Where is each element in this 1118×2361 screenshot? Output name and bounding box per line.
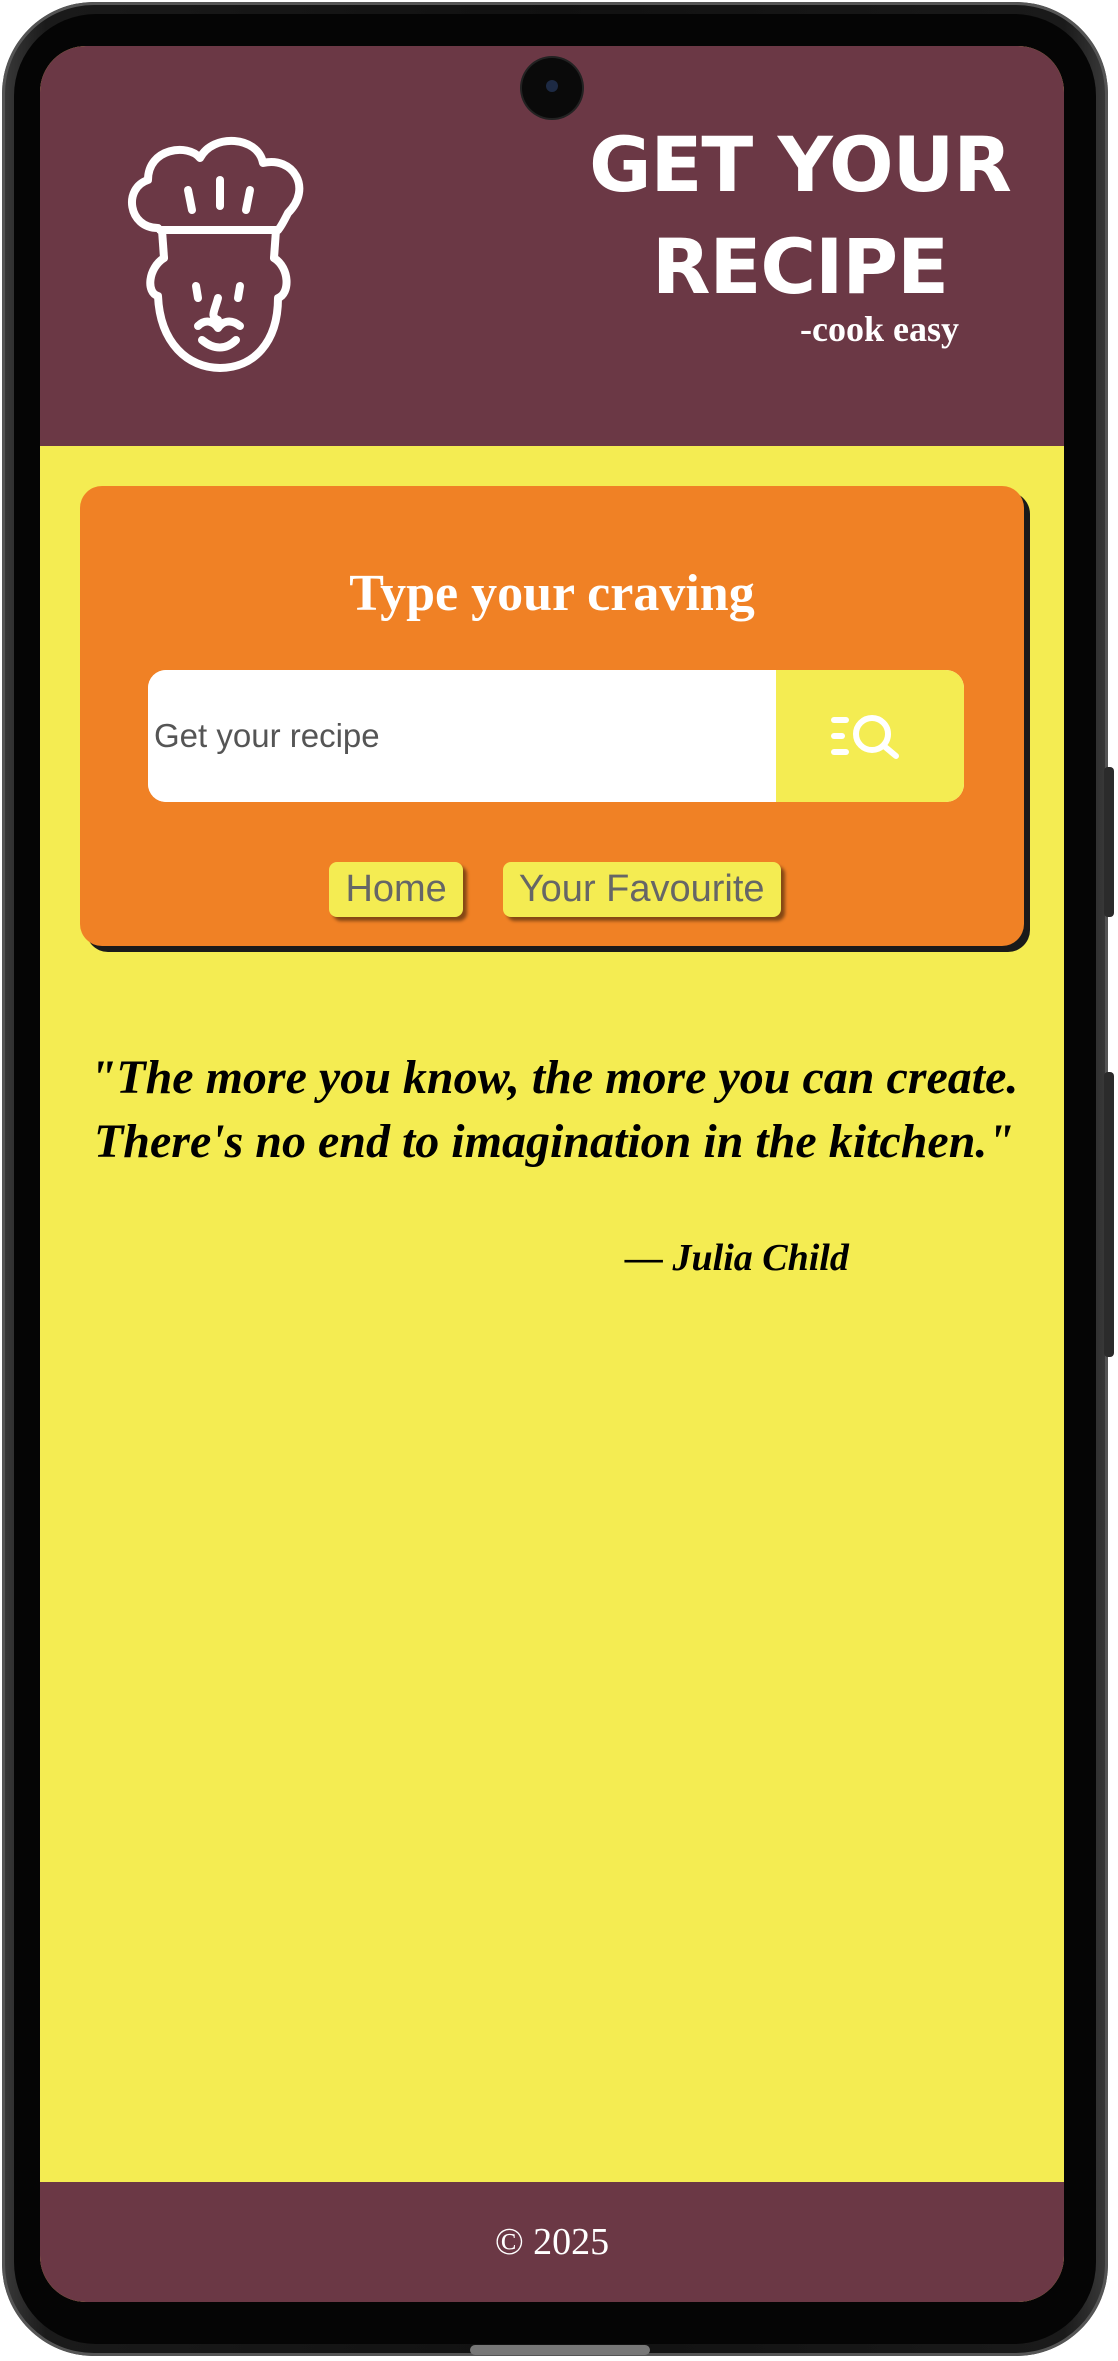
search-heading: Type your craving	[349, 565, 755, 622]
chef-logo-icon	[128, 136, 304, 372]
nav-buttons: Home Your Favourite	[80, 862, 1024, 917]
favourite-button[interactable]: Your Favourite	[502, 862, 781, 917]
home-button[interactable]: Home	[329, 862, 463, 917]
site-tagline: -cook easy	[800, 309, 959, 349]
search-input[interactable]	[148, 670, 776, 802]
volume-button	[1104, 1072, 1114, 1357]
power-button	[1104, 767, 1114, 917]
search-button[interactable]	[776, 670, 964, 802]
front-camera	[522, 58, 582, 118]
quote-text: "The more you know, the more you can cre…	[89, 1051, 1019, 1168]
site-footer: © 2025	[40, 2182, 1064, 2302]
search-card: Type your craving Home Your Favourite	[80, 486, 1024, 946]
site-title: GET YOUR RECIPE	[589, 120, 1012, 311]
screen: GET YOUR RECIPE -cook easy Type your cra…	[40, 46, 1064, 2302]
list-search-icon	[831, 715, 899, 759]
copyright-text: © 2025	[494, 2221, 610, 2263]
phone-bottom-edge	[470, 2345, 650, 2355]
quote-author: — Julia Child	[625, 1237, 849, 1279]
search-bar	[148, 670, 964, 802]
